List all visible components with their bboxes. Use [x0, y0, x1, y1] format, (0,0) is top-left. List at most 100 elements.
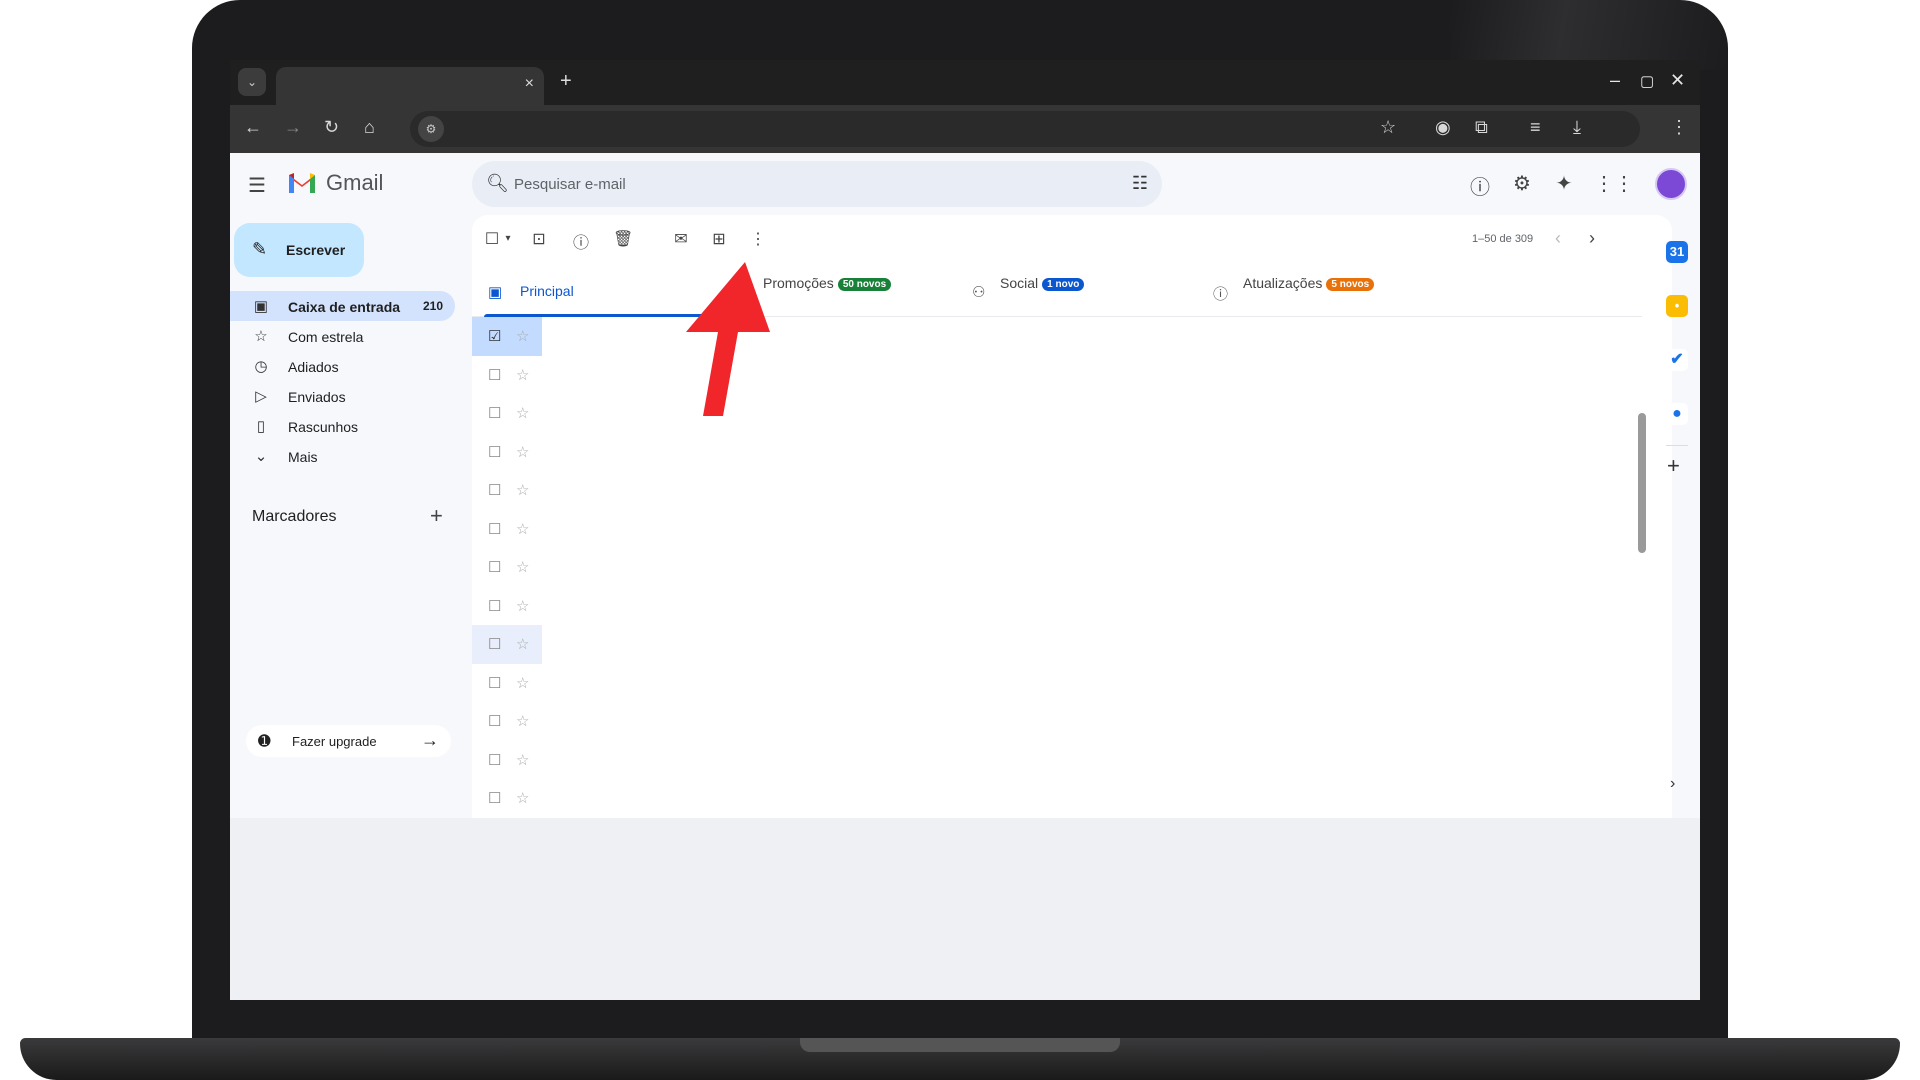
tab-atualizacoes[interactable]: ⓘ Atualizações 5 novos: [1197, 263, 1477, 317]
search-icon[interactable]: 🔍︎: [486, 173, 509, 194]
star-icon[interactable]: ☆: [516, 789, 529, 807]
help-icon[interactable]: ⓘ: [1468, 171, 1492, 200]
forward-icon[interactable]: →: [284, 117, 302, 138]
nav-item-more[interactable]: ⌄ Mais: [230, 441, 455, 471]
archive-icon[interactable]: ⊡: [529, 229, 549, 249]
screen: ⌄ × + – ▢ ✕ ← → ↻ ⌂ ⚙ ☆ ◉ ⧉ ≡ ⤓ ⋮ ☰ Gmai…: [230, 60, 1700, 1000]
site-info-icon[interactable]: ⚙: [418, 116, 444, 142]
star-icon[interactable]: ☆: [516, 751, 529, 769]
row-checkbox[interactable]: ☐: [488, 635, 501, 653]
table-row[interactable]: ☑ ☆: [472, 317, 542, 356]
new-tab-button[interactable]: +: [560, 70, 572, 93]
nav-item-snoozed[interactable]: ◷ Adiados: [230, 351, 455, 381]
table-row[interactable]: ☐ ☆: [472, 548, 542, 587]
avatar[interactable]: [1655, 168, 1687, 200]
more-actions-icon[interactable]: ⋮: [748, 229, 768, 249]
table-row[interactable]: ☐ ☆: [472, 471, 542, 510]
scrollbar-thumb[interactable]: [1638, 413, 1646, 553]
gemini-sparkle-icon[interactable]: ✦: [1552, 171, 1576, 196]
prev-page-icon[interactable]: ‹: [1555, 228, 1561, 249]
row-checkbox[interactable]: ☐: [488, 481, 501, 499]
add-label-icon[interactable]: +: [430, 503, 443, 529]
nav-item-sent[interactable]: ▷ Enviados: [230, 381, 455, 411]
main-menu-icon[interactable]: ☰: [248, 173, 266, 198]
download-icon[interactable]: ⤓: [1573, 117, 1581, 138]
tab-search-button[interactable]: ⌄: [238, 68, 266, 96]
table-row[interactable]: ☐ ☆: [472, 510, 542, 549]
row-checkbox[interactable]: ☐: [488, 443, 501, 461]
home-icon[interactable]: ⌂: [364, 117, 375, 138]
apps-grid-icon[interactable]: ⋮⋮: [1594, 171, 1634, 196]
star-icon[interactable]: ☆: [516, 404, 529, 422]
nav-item-starred[interactable]: ☆ Com estrela: [230, 321, 455, 351]
back-icon[interactable]: ←: [244, 117, 262, 138]
table-row[interactable]: ☐ ☆: [472, 587, 542, 626]
gmail-logo-text[interactable]: Gmail: [326, 170, 383, 196]
table-row[interactable]: ☐ ☆: [472, 741, 542, 780]
browser-menu-icon[interactable]: ⋮: [1670, 117, 1688, 138]
report-spam-icon[interactable]: ⓘ: [571, 229, 591, 253]
row-checkbox[interactable]: ☐: [488, 366, 501, 384]
row-checkbox[interactable]: ☐: [488, 597, 501, 615]
star-icon[interactable]: ☆: [516, 712, 529, 730]
row-checkbox[interactable]: ☐: [488, 558, 501, 576]
row-checkbox[interactable]: ☐: [488, 751, 501, 769]
select-menu-icon[interactable]: ▾: [498, 233, 518, 244]
address-bar[interactable]: ⚙: [410, 111, 1640, 147]
tab-principal[interactable]: ▣ Principal: [472, 263, 712, 317]
table-row[interactable]: ☐ ☆: [472, 702, 542, 741]
table-row[interactable]: ☐ ☆: [472, 664, 542, 703]
delete-icon[interactable]: 🗑︎: [613, 229, 633, 249]
camera-icon[interactable]: ◉: [1435, 117, 1451, 138]
row-checkbox[interactable]: ☐: [488, 789, 501, 807]
table-row[interactable]: ☐ ☆: [472, 394, 542, 433]
star-icon[interactable]: ☆: [516, 597, 529, 615]
nav-item-drafts[interactable]: ▯ Rascunhos: [230, 411, 455, 441]
close-window-button[interactable]: ✕: [1670, 70, 1685, 91]
mark-as-read-icon[interactable]: ✉: [671, 229, 691, 249]
add-addon-icon[interactable]: +: [1667, 453, 1680, 479]
upgrade-button[interactable]: ➊ Fazer upgrade →: [246, 725, 451, 757]
star-icon[interactable]: ☆: [516, 635, 529, 653]
search-options-icon[interactable]: ☷: [1132, 173, 1148, 194]
star-icon[interactable]: ☆: [516, 443, 529, 461]
star-icon[interactable]: ☆: [516, 366, 529, 384]
restore-button[interactable]: ▢: [1640, 72, 1654, 90]
row-checkbox[interactable]: ☐: [488, 712, 501, 730]
extensions-icon[interactable]: ⧉: [1475, 117, 1488, 138]
reading-list-icon[interactable]: ≡: [1530, 117, 1541, 138]
contacts-icon[interactable]: ●: [1666, 403, 1688, 425]
table-row[interactable]: ☐ ☆: [472, 356, 542, 395]
tab-social[interactable]: ⚇ Social 1 novo: [956, 263, 1196, 317]
nav-label: Enviados: [288, 389, 346, 405]
table-row[interactable]: ☐ ☆: [472, 779, 542, 818]
row-checkbox[interactable]: ☐: [488, 674, 501, 692]
bookmark-star-icon[interactable]: ☆: [1380, 117, 1396, 138]
reload-icon[interactable]: ↻: [324, 117, 339, 138]
star-icon[interactable]: ☆: [516, 520, 529, 538]
star-icon[interactable]: ☆: [516, 674, 529, 692]
star-icon[interactable]: ☆: [516, 558, 529, 576]
table-row[interactable]: ☐ ☆: [472, 625, 542, 664]
row-checkbox[interactable]: ☐: [488, 404, 501, 422]
expand-panel-icon[interactable]: ›: [1670, 775, 1675, 793]
search-bar[interactable]: 🔍︎ ☷: [472, 161, 1162, 207]
row-checkbox[interactable]: ☐: [488, 520, 501, 538]
table-row[interactable]: ☐ ☆: [472, 433, 542, 472]
tasks-icon[interactable]: ✔: [1666, 349, 1688, 371]
minimize-button[interactable]: –: [1610, 70, 1620, 91]
row-checkbox[interactable]: ☑: [488, 327, 501, 345]
next-page-icon[interactable]: ›: [1589, 228, 1595, 249]
settings-gear-icon[interactable]: ⚙: [1510, 171, 1534, 196]
tab-promocoes[interactable]: Promoções 50 novos: [715, 263, 955, 317]
move-to-folder-icon[interactable]: ⊞: [709, 229, 729, 249]
star-icon[interactable]: ☆: [516, 481, 529, 499]
star-icon[interactable]: ☆: [516, 327, 529, 345]
compose-button[interactable]: ✎ Escrever: [234, 223, 364, 277]
tab-close-icon[interactable]: ×: [525, 75, 534, 93]
nav-item-inbox[interactable]: ▣ Caixa de entrada 210: [230, 291, 455, 321]
calendar-icon[interactable]: 31: [1666, 241, 1688, 263]
browser-tab-active[interactable]: ×: [276, 67, 544, 105]
keep-icon[interactable]: •: [1666, 295, 1688, 317]
search-input[interactable]: [514, 174, 1074, 194]
